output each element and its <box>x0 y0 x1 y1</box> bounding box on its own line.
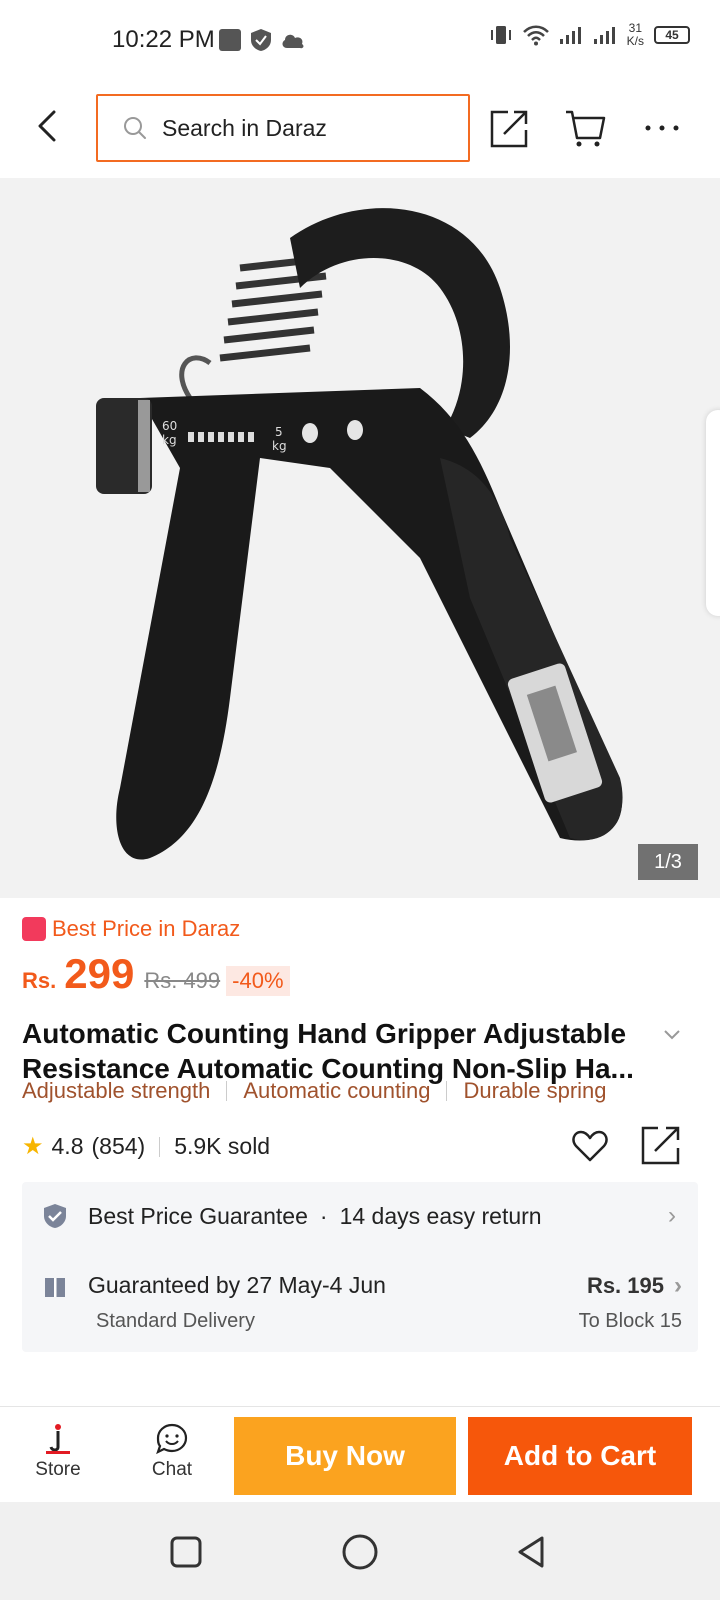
return-policy: 14 days easy return <box>339 1202 542 1229</box>
signal-icon-1 <box>559 27 581 44</box>
service-info-box: Best Price Guarantee · 14 days easy retu… <box>22 1182 698 1352</box>
wifi-icon <box>522 25 549 46</box>
buy-now-button[interactable]: Buy Now <box>234 1417 456 1495</box>
chat-bubble-icon <box>156 1423 188 1455</box>
discount-badge: -40% <box>226 966 290 996</box>
status-notification-icons <box>218 28 306 52</box>
recent-apps-icon[interactable] <box>166 1532 206 1572</box>
delivery-row[interactable]: Guaranteed by 27 May-4 Jun <box>42 1272 386 1299</box>
status-time: 10:22 PM <box>112 26 215 53</box>
share-icon[interactable] <box>488 106 532 150</box>
delivery-fee[interactable]: Rs. 195 › <box>587 1272 682 1300</box>
price-row: Rs. 299 Rs. 499 -40% <box>22 950 290 998</box>
tag-divider <box>226 1081 228 1101</box>
store-label: Store <box>35 1459 81 1480</box>
best-price-banner[interactable]: Best Price in Daraz <box>22 916 240 942</box>
add-to-cart-button[interactable]: Add to Cart <box>468 1417 692 1495</box>
image-counter: 1/3 <box>638 844 698 880</box>
status-system-icons: 31 K/s 45 <box>489 22 690 48</box>
network-speed-unit: K/s <box>626 34 644 48</box>
signal-icon-2 <box>593 27 615 44</box>
feature-tag: Durable spring <box>463 1078 607 1103</box>
chat-button[interactable]: Chat <box>140 1421 204 1481</box>
rating-row[interactable]: ★ 4.8 (854) 5.9K sold <box>22 1132 270 1161</box>
search-icon <box>124 117 146 139</box>
svg-text:kg: kg <box>162 433 177 447</box>
system-navigation-bar <box>0 1502 720 1600</box>
star-icon: ★ <box>22 1133 44 1160</box>
side-drawer-handle[interactable] <box>706 410 720 616</box>
best-price-icon <box>22 917 46 941</box>
more-options-icon[interactable] <box>640 106 684 150</box>
share-icon[interactable] <box>640 1124 682 1166</box>
battery-icon: 45 <box>654 26 690 44</box>
vibrate-icon <box>490 26 511 44</box>
svg-text:5: 5 <box>275 425 283 439</box>
top-header: Search in Daraz <box>0 80 720 176</box>
home-icon[interactable] <box>340 1532 380 1572</box>
product-image-gallery[interactable]: 60 kg 5 kg 1/3 <box>0 178 720 898</box>
status-bar: 10:22 PM 31 K/s 45 <box>0 0 720 80</box>
chat-label: Chat <box>151 1459 193 1480</box>
best-price-label: Best Price in Daraz <box>52 916 241 941</box>
current-price: 299 <box>64 950 135 997</box>
network-speed: 31 K/s <box>627 22 644 48</box>
chevron-right-icon[interactable]: › <box>668 1202 676 1230</box>
feature-tag: Automatic counting <box>243 1078 431 1103</box>
svg-text:kg: kg <box>272 439 287 453</box>
shield-icon <box>251 29 271 51</box>
price-currency: Rs. <box>22 968 57 993</box>
store-logo-icon <box>46 1424 70 1454</box>
rating-value: 4.8 <box>51 1133 84 1159</box>
shield-check-icon <box>44 1204 66 1228</box>
cart-icon[interactable] <box>564 106 608 150</box>
wishlist-heart-icon[interactable] <box>570 1126 610 1166</box>
search-placeholder: Search in Daraz <box>162 114 327 141</box>
product-title[interactable]: Automatic Counting Hand Gripper Adjustab… <box>22 1016 672 1086</box>
spring-hook <box>179 355 212 400</box>
delivery-location: To Block 15 <box>578 1310 682 1332</box>
feature-tag: Adjustable strength <box>22 1078 211 1103</box>
original-price: Rs. 499 <box>144 968 221 993</box>
guarantee-label: Best Price Guarantee <box>88 1202 308 1229</box>
delivery-type: Standard Delivery <box>96 1310 255 1332</box>
app-notification-icon <box>219 29 241 51</box>
back-triangle-icon[interactable] <box>512 1532 552 1572</box>
delivery-fee-value: Rs. 195 <box>586 1273 664 1298</box>
product-image: 60 kg 5 kg <box>96 208 623 860</box>
back-arrow-icon[interactable] <box>30 106 66 146</box>
guarantee-row[interactable]: Best Price Guarantee · 14 days easy retu… <box>42 1202 542 1230</box>
svg-text:60: 60 <box>162 419 177 433</box>
gift-box-icon <box>45 1277 65 1297</box>
search-input[interactable]: Search in Daraz <box>96 94 470 162</box>
cloud-icon <box>282 34 304 49</box>
feature-tags: Adjustable strength Automatic counting D… <box>22 1078 607 1104</box>
sold-count: 5.9K sold <box>174 1133 271 1159</box>
dot-separator: · <box>319 1202 328 1229</box>
rating-count: (854) <box>91 1133 146 1159</box>
chevron-down-icon[interactable] <box>662 1024 682 1044</box>
chevron-right-icon: › <box>674 1272 682 1299</box>
store-button[interactable]: Store <box>26 1421 90 1481</box>
battery-level: 45 <box>665 28 679 42</box>
tag-divider <box>446 1081 448 1101</box>
bottom-action-bar: Store Chat Buy Now Add to Cart <box>0 1406 720 1502</box>
rating-divider <box>159 1136 161 1157</box>
delivery-date: Guaranteed by 27 May-4 Jun <box>88 1272 386 1298</box>
